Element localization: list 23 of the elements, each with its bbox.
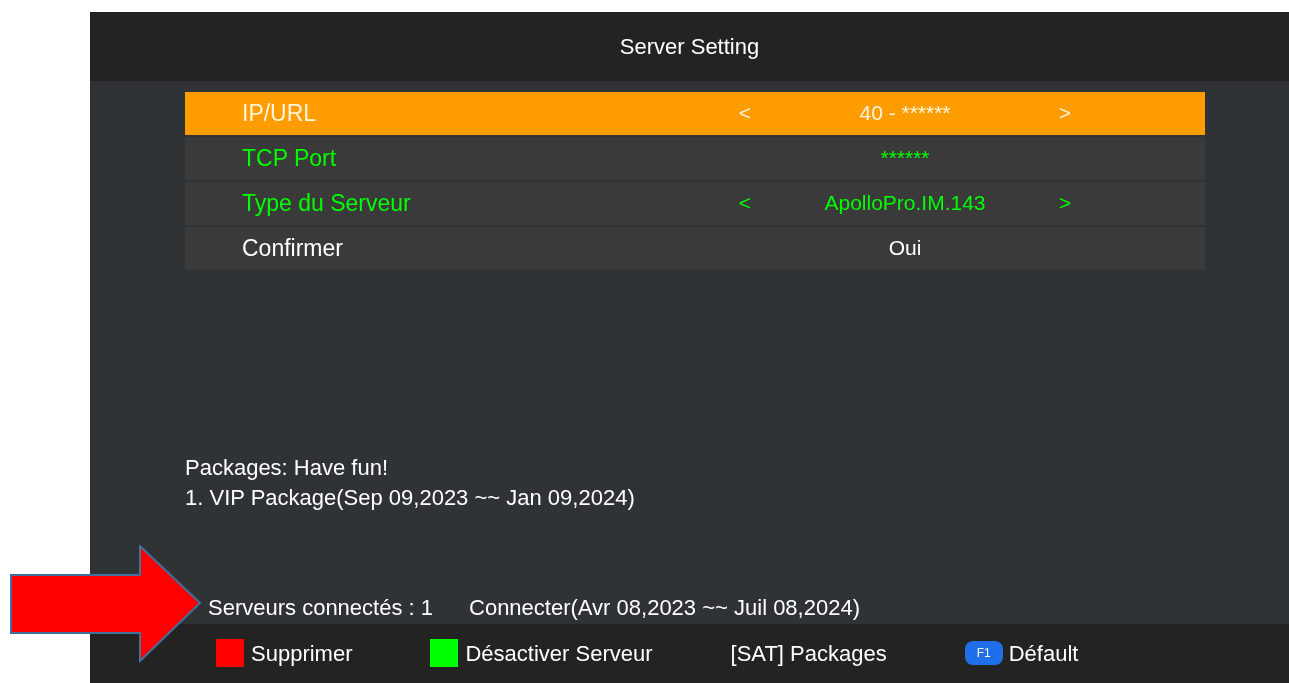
setting-row[interactable]: TCP Port ****** <box>185 136 1205 180</box>
package-text: Packages: Have fun! <box>185 453 389 482</box>
setting-label: Type du Serveur <box>241 188 412 218</box>
footer-label: [SAT] Packages <box>730 639 887 668</box>
package-text: 1. VIP Package(Sep 09,2023 ~~ Jan 09,2024) <box>185 483 636 512</box>
setting-label: TCP Port <box>241 143 338 173</box>
setting-label: Confirmer <box>241 233 344 263</box>
setting-row[interactable]: Type du Serveur < ApolloPro.IM.143 > <box>185 181 1205 225</box>
setting-value: Oui <box>887 235 923 262</box>
setting-value: ****** <box>879 145 931 172</box>
servers-count: Serveurs connectés : 1 <box>208 593 433 622</box>
footer-label: Supprimer <box>251 639 353 668</box>
setting-label: IP/URL <box>241 98 318 128</box>
footer-label: Désactiver Serveur <box>465 639 653 668</box>
setting-value: ApolloPro.IM.143 <box>823 190 987 217</box>
window-title: Server Setting <box>619 32 760 61</box>
left-arrow[interactable]: < <box>738 191 752 215</box>
f1-key: F1 <box>964 641 1003 666</box>
footer-label: Défault <box>1008 639 1079 668</box>
setting-value: 40 - ****** <box>858 100 952 127</box>
right-arrow[interactable]: > <box>1058 191 1072 215</box>
setting-row[interactable]: Confirmer Oui <box>185 226 1205 270</box>
connection-period: Connecter(Avr 08,2023 ~~ Juil 08,2024) <box>469 593 860 622</box>
